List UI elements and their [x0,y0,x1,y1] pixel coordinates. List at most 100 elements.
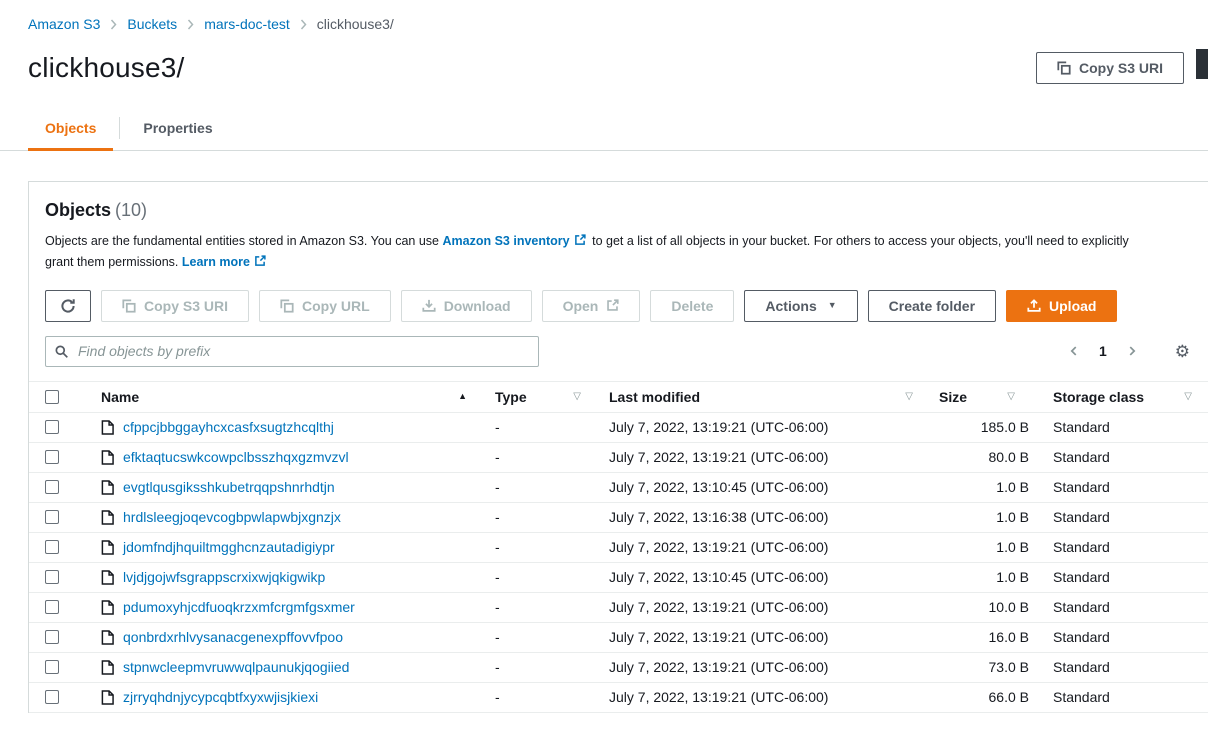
object-name-link[interactable]: efktaqtucswkcowpclbsszhqxgzmvzvl [123,449,349,465]
row-checkbox[interactable] [45,450,59,464]
row-checkbox[interactable] [45,540,59,554]
object-type: - [483,532,597,562]
object-last-modified: July 7, 2022, 13:16:38 (UTC-06:00) [597,502,929,532]
objects-count: (10) [115,200,147,220]
tab-objects[interactable]: Objects [28,106,113,150]
object-type: - [483,592,597,622]
copy-s3-uri-button-top[interactable]: Copy S3 URI [1036,52,1184,84]
row-checkbox[interactable] [45,600,59,614]
column-header-size[interactable]: Size ▽ [929,381,1031,412]
external-link-icon [574,234,586,246]
create-folder-label: Create folder [889,298,975,314]
next-page-button[interactable] [1117,340,1147,362]
file-icon [101,570,114,585]
actions-dropdown-button[interactable]: Actions ▼ [744,290,857,322]
upload-label: Upload [1049,298,1096,314]
open-label: Open [563,298,599,314]
copy-icon [1057,61,1071,75]
download-button[interactable]: Download [401,290,532,322]
pagination: 1 ⚙ [1059,340,1192,362]
objects-panel: Objects(10) Objects are the fundamental … [28,181,1208,713]
object-size: 1.0 B [929,562,1031,592]
copy-url-label: Copy URL [302,298,370,314]
copy-s3-uri-label: Copy S3 URI [1079,60,1163,76]
clipped-dark-element [1196,49,1208,79]
object-size: 73.0 B [929,652,1031,682]
current-page-number[interactable]: 1 [1089,343,1117,359]
row-checkbox-cell [29,442,85,472]
open-button[interactable]: Open [542,290,641,322]
gear-icon: ⚙ [1175,342,1190,361]
download-label: Download [444,298,511,314]
chevron-right-icon [187,19,194,30]
column-header-last-modified[interactable]: Last modified ▽ [597,381,929,412]
description-text: Objects are the fundamental entities sto… [45,234,439,248]
column-header-storage-class[interactable]: Storage class ▽ [1031,381,1208,412]
row-checkbox-cell [29,532,85,562]
row-checkbox[interactable] [45,690,59,704]
object-size: 16.0 B [929,622,1031,652]
row-checkbox[interactable] [45,630,59,644]
row-checkbox-cell [29,682,85,712]
row-checkbox[interactable] [45,420,59,434]
objects-description: Objects are the fundamental entities sto… [45,231,1188,274]
row-checkbox[interactable] [45,570,59,584]
amazon-s3-inventory-link[interactable]: Amazon S3 inventory [443,234,570,248]
chevron-right-icon [300,19,307,30]
objects-panel-title: Objects(10) [45,200,1188,221]
object-size: 80.0 B [929,442,1031,472]
table-header-row: Name ▲ Type ▽ Last modified ▽ [29,381,1208,412]
delete-button[interactable]: Delete [650,290,734,322]
external-link-icon [254,255,266,267]
create-folder-button[interactable]: Create folder [868,290,996,322]
preferences-gear-button[interactable]: ⚙ [1175,343,1190,360]
object-name-link[interactable]: zjrryqhdnjycypcqbtfxyxwjisjkiexi [123,689,318,705]
object-name-link[interactable]: jdomfndjhquiltmgghcnzautadigiypr [123,539,335,555]
previous-page-button[interactable] [1059,340,1089,362]
upload-button[interactable]: Upload [1006,290,1117,322]
breadcrumb-amazon-s3[interactable]: Amazon S3 [28,16,100,32]
object-name-link[interactable]: pdumoxyhjcdfuoqkrzxmfcrgmfgsxmer [123,599,355,615]
column-label-name: Name [101,389,139,405]
object-last-modified: July 7, 2022, 13:19:21 (UTC-06:00) [597,652,929,682]
table-row: efktaqtucswkcowpclbsszhqxgzmvzvl - July … [29,442,1208,472]
copy-url-button[interactable]: Copy URL [259,290,391,322]
download-icon [422,299,436,313]
file-icon [101,510,114,525]
row-checkbox-cell [29,652,85,682]
tab-properties[interactable]: Properties [126,106,229,150]
object-storage-class: Standard [1031,652,1208,682]
copy-s3-uri-button[interactable]: Copy S3 URI [101,290,249,322]
object-name-link[interactable]: evgtlqusgiksshkubetrqqpshnrhdtjn [123,479,335,495]
refresh-button[interactable] [45,290,91,322]
object-storage-class: Standard [1031,472,1208,502]
row-checkbox[interactable] [45,510,59,524]
object-name-link[interactable]: stpnwcleepmvruwwqlpaunukjqogiied [123,659,349,675]
row-checkbox[interactable] [45,480,59,494]
object-last-modified: July 7, 2022, 13:19:21 (UTC-06:00) [597,682,929,712]
search-input[interactable] [45,336,539,367]
objects-table-body: cfppcjbbggayhcxcasfxsugtzhcqlthj - July … [29,412,1208,712]
object-name-cell: hrdlsleegjoqevcogbpwlapwbjxgnzjx [85,502,483,532]
breadcrumb-buckets[interactable]: Buckets [127,16,177,32]
learn-more-link[interactable]: Learn more [182,255,250,269]
object-name-link[interactable]: qonbrdxrhlvysanacgenexpffovvfpoo [123,629,343,645]
chevron-right-icon [110,19,117,30]
file-icon [101,600,114,615]
column-header-type[interactable]: Type ▽ [483,381,597,412]
caret-down-icon: ▼ [828,301,837,310]
select-all-checkbox[interactable] [45,390,59,404]
object-size: 10.0 B [929,592,1031,622]
breadcrumb-bucket-name[interactable]: mars-doc-test [204,16,290,32]
object-name-link[interactable]: lvjdjgojwfsgrappscrxixwjqkigwikp [123,569,325,585]
column-header-name[interactable]: Name ▲ [85,381,483,412]
column-label-size: Size [939,389,967,405]
object-name-link[interactable]: cfppcjbbggayhcxcasfxsugtzhcqlthj [123,419,334,435]
object-storage-class: Standard [1031,562,1208,592]
objects-toolbar: Copy S3 URI Copy URL Download Open Delet… [29,278,1208,328]
object-name-link[interactable]: hrdlsleegjoqevcogbpwlapwbjxgnzjx [123,509,341,525]
delete-label: Delete [671,298,713,314]
file-icon [101,630,114,645]
row-checkbox[interactable] [45,660,59,674]
select-all-cell [29,381,85,412]
